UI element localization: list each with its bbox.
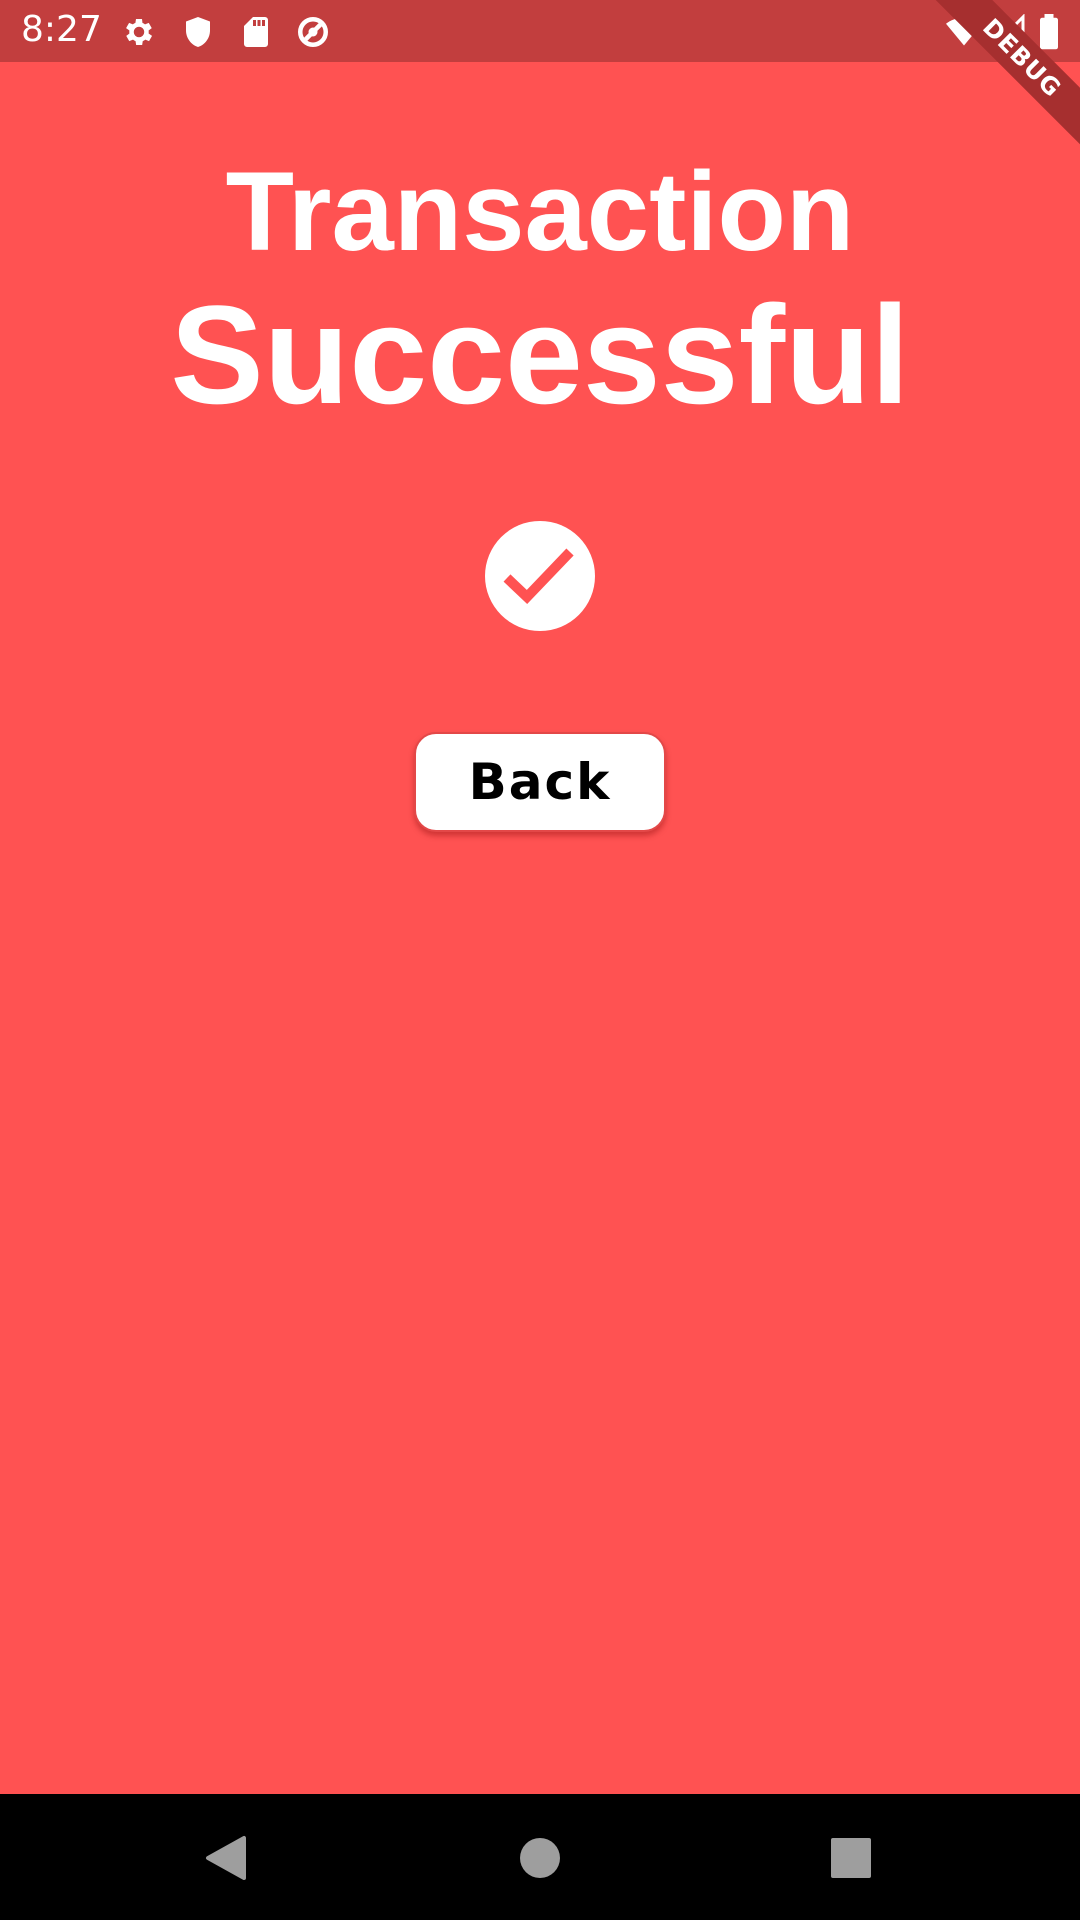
sd-card-icon	[238, 14, 274, 50]
back-triangle-icon[interactable]	[196, 1828, 256, 1888]
status-bar: 8:27	[0, 0, 1080, 62]
check-circle-icon	[485, 521, 595, 631]
debug-label: DEBUG	[923, 0, 1080, 157]
debug-banner: DEBUG	[920, 0, 1080, 160]
status-time: 8:27	[21, 9, 102, 50]
navigation-bar	[0, 1794, 1080, 1920]
recents-square-icon[interactable]	[821, 1828, 881, 1888]
home-circle-icon[interactable]	[510, 1828, 570, 1888]
shield-icon	[180, 14, 216, 50]
title-successful: Successful	[170, 276, 910, 433]
data-saver-icon	[295, 14, 331, 50]
settings-icon	[121, 14, 157, 50]
back-button[interactable]: Back	[414, 732, 666, 832]
title-transaction: Transaction	[225, 149, 855, 274]
